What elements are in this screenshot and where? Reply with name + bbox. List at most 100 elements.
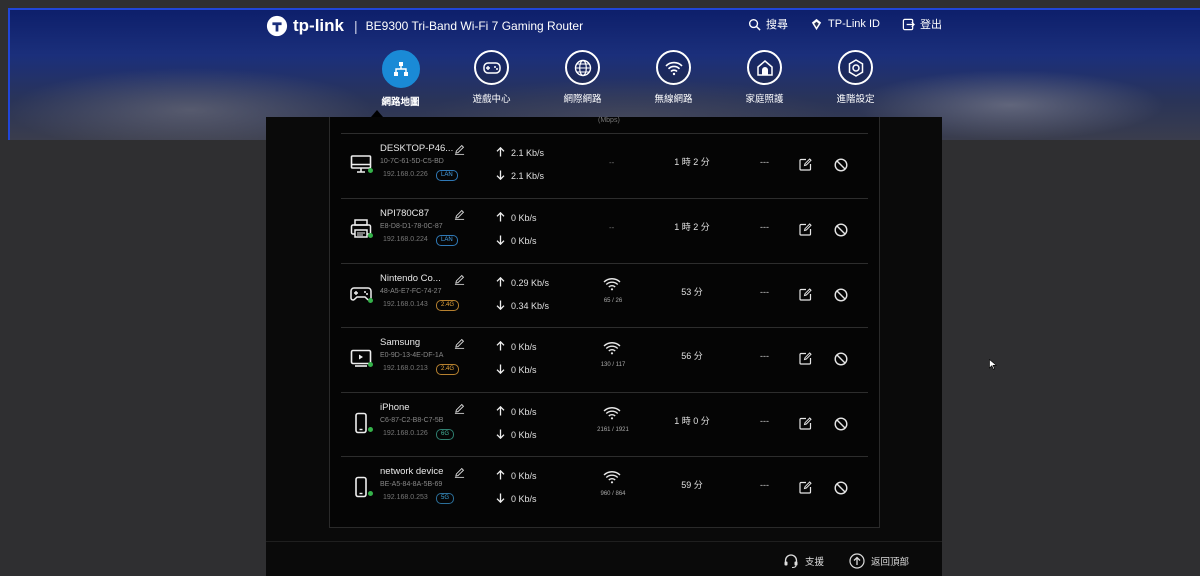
upload-speed: 0 Kb/s [496, 469, 537, 482]
download-speed-value: 0 Kb/s [511, 494, 537, 504]
nav-wireless-circle [656, 50, 691, 85]
edit-device-icon[interactable] [799, 417, 812, 430]
device-mac: 48-A5-E7-FC-74-27 [380, 288, 442, 295]
settings-icon [848, 58, 863, 77]
device-row: Samsung E0-9D-13-4E-DF-1A 192.168.0.213 2.4… [341, 327, 868, 392]
block-device-icon[interactable] [834, 481, 848, 495]
column-header-clipped: (Mbps) [598, 117, 620, 124]
device-mac: E8-D8-D1-78-0C-87 [380, 223, 443, 230]
nav-game-center[interactable]: 遊戲中心 [446, 50, 537, 108]
block-device-icon[interactable] [834, 223, 848, 237]
nav-internet[interactable]: 網際網路 [537, 50, 628, 108]
empty-value: --- [760, 480, 769, 490]
wifi-signal-icon [603, 470, 621, 484]
block-device-icon[interactable] [834, 158, 848, 172]
block-device-icon[interactable] [834, 417, 848, 431]
band-badge: 2.4G [436, 364, 460, 375]
mouse-cursor-icon [989, 359, 997, 370]
connected-duration: 56 分 [681, 351, 703, 361]
connected-duration: 1 時 2 分 [674, 222, 710, 232]
rename-pen-icon[interactable] [454, 401, 465, 414]
band-badge: LAN [436, 170, 458, 181]
device-mac: BE-A5-84-8A-5B-69 [380, 481, 443, 488]
device-ip: 192.168.0.126 [383, 430, 428, 437]
empty-value: --- [760, 287, 769, 297]
support-link[interactable]: 支援 [783, 553, 824, 569]
upload-speed-value: 0 Kb/s [511, 471, 537, 481]
download-speed: 0 Kb/s [496, 235, 537, 247]
edit-device-icon[interactable] [799, 158, 812, 171]
online-status-dot [368, 427, 373, 432]
download-speed-value: 0 Kb/s [511, 430, 537, 440]
device-name: NPI780C87 [380, 208, 430, 219]
active-nav-indicator [371, 110, 383, 117]
logout-button[interactable]: 登出 [902, 16, 942, 32]
top-bar: tp-link | BE9300 Tri-Band Wi-Fi 7 Gaming… [266, 14, 583, 38]
edit-device-icon[interactable] [799, 288, 812, 301]
upload-speed-value: 2.1 Kb/s [511, 148, 545, 158]
rename-pen-icon[interactable] [454, 142, 465, 155]
back-to-top-link[interactable]: 返回頂部 [849, 553, 909, 569]
nav-label: 網路地圖 [381, 97, 420, 108]
support-label: 支援 [805, 557, 825, 568]
home-care-icon [756, 59, 773, 76]
download-speed: 0 Kb/s [496, 429, 537, 441]
arrow-up-icon [496, 276, 505, 289]
online-status-dot [368, 233, 373, 238]
nav-network-map[interactable]: 網路地圖 [355, 50, 446, 108]
link-rate: 2161 / 1921 [597, 427, 629, 433]
search-icon [749, 18, 761, 31]
rename-pen-icon[interactable] [454, 272, 465, 285]
router-model: BE9300 Tri-Band Wi-Fi 7 Gaming Router [365, 19, 584, 33]
download-speed-value: 0.34 Kb/s [511, 301, 550, 311]
connected-duration: 1 時 2 分 [674, 157, 710, 167]
link-rate: 960 / 864 [600, 491, 626, 497]
back-to-top-label: 返回頂部 [871, 557, 910, 568]
online-status-dot [368, 491, 373, 496]
device-ip: 192.168.0.224 [383, 236, 428, 243]
nav-label: 網際網路 [563, 94, 602, 105]
rename-pen-icon[interactable] [454, 207, 465, 220]
rename-pen-icon[interactable] [454, 336, 465, 349]
globe-icon [574, 59, 591, 76]
tp-link-logo[interactable]: tp-link [266, 15, 344, 37]
wifi-signal-icon [603, 341, 621, 355]
download-speed-value: 2.1 Kb/s [511, 171, 545, 181]
nav-game-center-circle [474, 50, 509, 85]
nav-wireless[interactable]: 無線網路 [628, 50, 719, 108]
device-ip: 192.168.0.143 [383, 301, 428, 308]
headset-icon [784, 554, 798, 569]
arrow-up-icon [496, 211, 505, 224]
title-separator: | [354, 18, 358, 34]
arrow-down-icon [496, 300, 505, 312]
device-name: Samsung [380, 337, 421, 348]
nav-advanced-circle [838, 50, 873, 85]
block-device-icon[interactable] [834, 352, 848, 366]
device-name: iPhone [380, 402, 410, 413]
search-label: 搜尋 [766, 19, 789, 31]
nav-label: 家庭照護 [745, 94, 784, 105]
nav-network-map-circle [381, 50, 420, 88]
nav-home-care[interactable]: 家庭照護 [719, 50, 810, 108]
gamepad-icon [482, 61, 501, 74]
device-row: network device BE-A5-84-8A-5B-69 192.168.0… [341, 456, 868, 521]
signal-none: -- [609, 223, 615, 232]
edit-device-icon[interactable] [799, 223, 812, 236]
upload-speed: 0 Kb/s [496, 405, 537, 418]
rename-pen-icon[interactable] [454, 465, 465, 478]
device-ip: 192.168.0.253 [383, 494, 428, 501]
top-actions: 搜尋 TP-Link ID 登出 [748, 16, 942, 32]
upload-speed-value: 0 Kb/s [511, 213, 537, 223]
arrow-down-icon [496, 364, 505, 376]
arrow-up-icon [496, 469, 505, 482]
block-device-icon[interactable] [834, 288, 848, 302]
arrow-up-circle-icon [849, 553, 865, 569]
download-speed-value: 0 Kb/s [511, 236, 537, 246]
nav-advanced[interactable]: 進階設定 [810, 50, 901, 108]
logo-text: tp-link [293, 16, 344, 35]
tplink-id-button[interactable]: TP-Link ID [810, 16, 880, 32]
online-status-dot [368, 362, 373, 367]
search-button[interactable]: 搜尋 [748, 16, 788, 32]
edit-device-icon[interactable] [799, 352, 812, 365]
edit-device-icon[interactable] [799, 481, 812, 494]
